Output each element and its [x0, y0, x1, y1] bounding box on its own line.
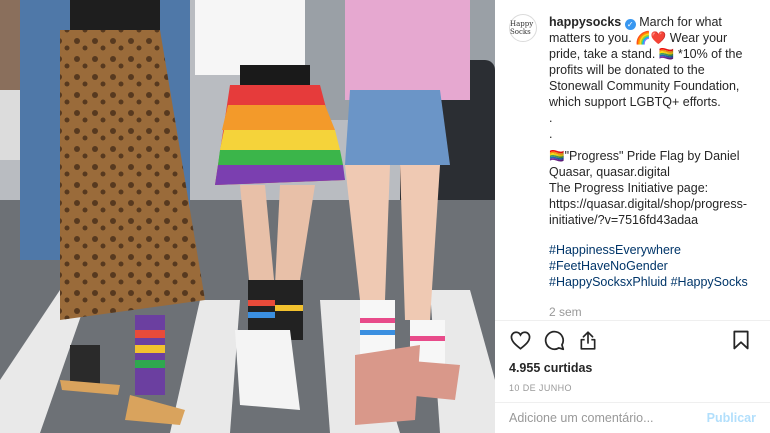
caption-line: . — [549, 111, 553, 125]
post-actions: 4.955 curtidas 10 DE JUNHO — [495, 320, 770, 393]
hashtags[interactable]: #HappinessEverywhere #FeetHaveNoGender #… — [549, 242, 756, 290]
share-icon — [580, 330, 596, 350]
comment-button[interactable] — [543, 329, 565, 351]
likes-count[interactable]: 4.955 curtidas — [509, 361, 756, 375]
caption-text: happysocks ✓ March for what matters to y… — [549, 14, 756, 320]
username-link[interactable]: happysocks — [549, 15, 621, 29]
comment-bar: Publicar — [495, 402, 770, 433]
post-date: 10 DE JUNHO — [509, 383, 572, 393]
caption-line: . — [549, 127, 553, 141]
post-time-ago[interactable]: 2 sem — [549, 304, 756, 320]
publish-comment-button[interactable]: Publicar — [707, 411, 756, 425]
save-button[interactable] — [730, 329, 752, 351]
caption-line: 🏳️‍🌈"Progress" Pride Flag by Daniel Quas… — [549, 149, 740, 179]
avatar[interactable]: Happy Socks — [509, 14, 537, 42]
caption-line: The Progress Initiative page: https://qu… — [549, 181, 748, 227]
heart-icon — [510, 330, 530, 350]
bookmark-icon — [733, 330, 749, 350]
avatar-logo-text: Happy Socks — [510, 20, 534, 36]
caption-line: March for what matters to you. 🌈❤️ Wear … — [549, 15, 743, 109]
comment-input[interactable] — [509, 411, 707, 425]
post-caption-section: Happy Socks happysocks ✓ March for what … — [495, 0, 770, 320]
verified-badge-icon: ✓ — [624, 19, 636, 30]
post-photo[interactable] — [0, 0, 495, 433]
action-icons-row — [509, 329, 756, 351]
post-details-panel: Happy Socks happysocks ✓ March for what … — [495, 0, 770, 433]
comment-icon — [544, 330, 564, 350]
like-button[interactable] — [509, 329, 531, 351]
share-button[interactable] — [577, 329, 599, 351]
photo-illustration — [0, 0, 495, 433]
